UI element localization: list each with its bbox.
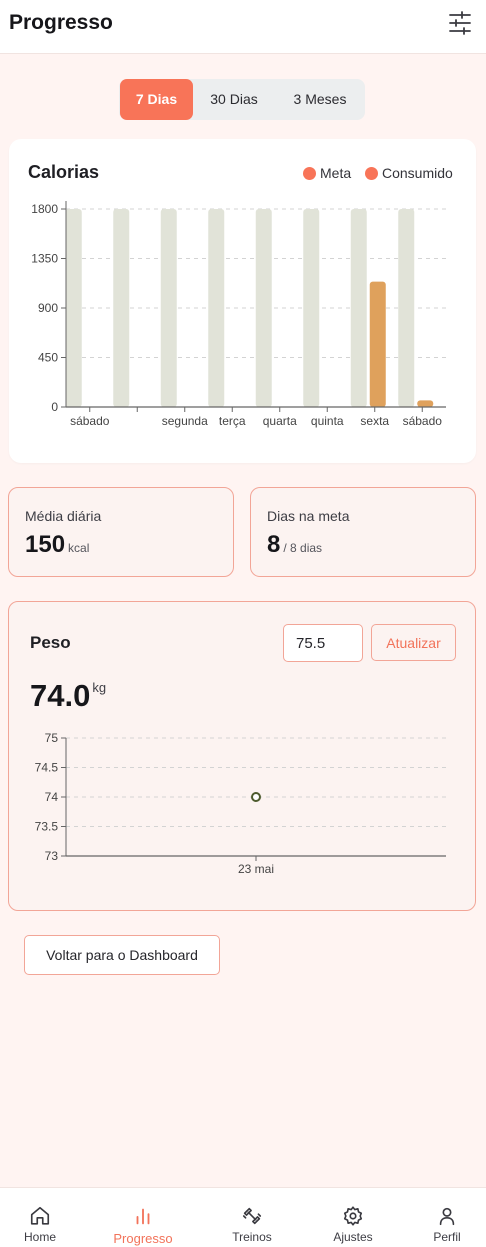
x-tick-label: segunda: [162, 414, 208, 428]
y-tick-label: 0: [51, 400, 58, 414]
tab-7-dias[interactable]: 7 Dias: [120, 79, 193, 120]
current-weight-unit: kg: [92, 680, 107, 695]
page-title: Progresso: [9, 11, 113, 34]
home-icon: [30, 1206, 50, 1225]
back-to-dashboard-button[interactable]: Voltar para o Dashboard: [24, 935, 220, 975]
x-tick-label: terça: [219, 414, 246, 428]
bar-meta: [65, 209, 82, 407]
x-tick-label: quinta: [311, 414, 344, 428]
bar-meta: [113, 209, 130, 407]
tab-30-dias[interactable]: 30 Dias: [199, 79, 269, 120]
x-tick-label: 23 mai: [238, 862, 274, 876]
legend-consumido: Consumido: [365, 165, 453, 181]
range-selector: 7 Dias 30 Dias 3 Meses: [119, 79, 365, 120]
stat-label: Média diária: [25, 508, 102, 524]
legend-consumido-label: Consumido: [382, 165, 453, 181]
nav-home[interactable]: Home: [0, 1188, 80, 1247]
y-tick-label: 74: [45, 790, 59, 804]
legend-consumido-swatch: [365, 167, 378, 180]
bottom-nav: Home Progresso Treinos Ajustes Perfil: [0, 1187, 486, 1247]
current-weight: 74.0 kg: [30, 678, 106, 714]
nav-label: Treinos: [232, 1230, 272, 1244]
nav-label: Perfil: [433, 1230, 461, 1244]
calories-card: 0 450 900 1350 1800 sábado segunda terça quarta q…: [9, 139, 476, 463]
weight-input[interactable]: [283, 624, 363, 662]
x-tick-label: sábado: [70, 414, 110, 428]
nav-label: Ajustes: [333, 1230, 373, 1244]
bar-consumido: [417, 400, 434, 407]
bar-meta: [350, 209, 367, 407]
weight-card: 73 73.5 74 74.5 75 23 mai Peso Atualizar 74.0…: [8, 601, 476, 911]
weight-title: Peso: [30, 633, 71, 652]
x-tick-label: quarta: [263, 414, 297, 428]
weight-point: [251, 792, 261, 802]
x-tick-label: sábado: [403, 414, 443, 428]
y-tick-label: 75: [45, 731, 59, 745]
nav-label: Home: [23, 1230, 56, 1244]
stat-dias-na-meta: Dias na meta 8/ 8 dias: [250, 487, 476, 577]
nav-ajustes[interactable]: Ajustes: [313, 1188, 393, 1247]
app-header: Progresso: [0, 0, 486, 54]
legend-meta-label: Meta: [320, 165, 352, 181]
calories-chart: 0 450 900 1350 1800 sábado segunda terça quarta q…: [31, 201, 446, 428]
bar-meta: [398, 209, 415, 407]
dumbbell-icon: [242, 1207, 262, 1225]
current-weight-value: 74.0: [30, 678, 91, 713]
bar-meta: [303, 209, 320, 407]
stat-value: 8: [267, 531, 281, 558]
x-tick-label: sexta: [360, 414, 389, 428]
legend-meta: Meta: [303, 165, 351, 181]
sliders-icon[interactable]: [448, 11, 472, 35]
nav-label: Progresso: [113, 1231, 173, 1246]
y-tick-label: 450: [38, 351, 58, 365]
bar-meta: [160, 209, 177, 407]
gear-icon: [343, 1206, 363, 1226]
stat-unit: / 8 dias: [283, 541, 323, 555]
y-tick-label: 900: [38, 301, 58, 315]
bar-meta: [255, 209, 272, 407]
bar-meta: [208, 209, 225, 407]
update-weight-button[interactable]: Atualizar: [371, 624, 456, 661]
calories-title: Calorias: [28, 162, 100, 182]
stat-unit: kcal: [68, 541, 90, 555]
nav-treinos[interactable]: Treinos: [212, 1188, 292, 1247]
bar-consumido: [369, 281, 386, 407]
stat-value-wrap: 8/ 8 dias: [267, 531, 322, 559]
y-tick-label: 1800: [31, 202, 58, 216]
y-tick-label: 73: [45, 849, 59, 863]
user-icon: [439, 1207, 455, 1226]
stat-value: 150: [25, 531, 66, 558]
nav-perfil[interactable]: Perfil: [407, 1188, 486, 1247]
stat-media-diaria: Média diária 150 kcal: [8, 487, 234, 577]
legend-meta-swatch: [303, 167, 316, 180]
tab-3-meses[interactable]: 3 Meses: [279, 79, 361, 120]
stat-label: Dias na meta: [267, 508, 350, 524]
y-tick-label: 74.5: [35, 761, 59, 775]
bar-chart-icon: [136, 1208, 150, 1225]
stat-value-wrap: 150 kcal: [25, 531, 89, 559]
y-tick-label: 73.5: [35, 820, 59, 834]
nav-progresso[interactable]: Progresso: [103, 1188, 183, 1247]
y-tick-label: 1350: [31, 252, 58, 266]
